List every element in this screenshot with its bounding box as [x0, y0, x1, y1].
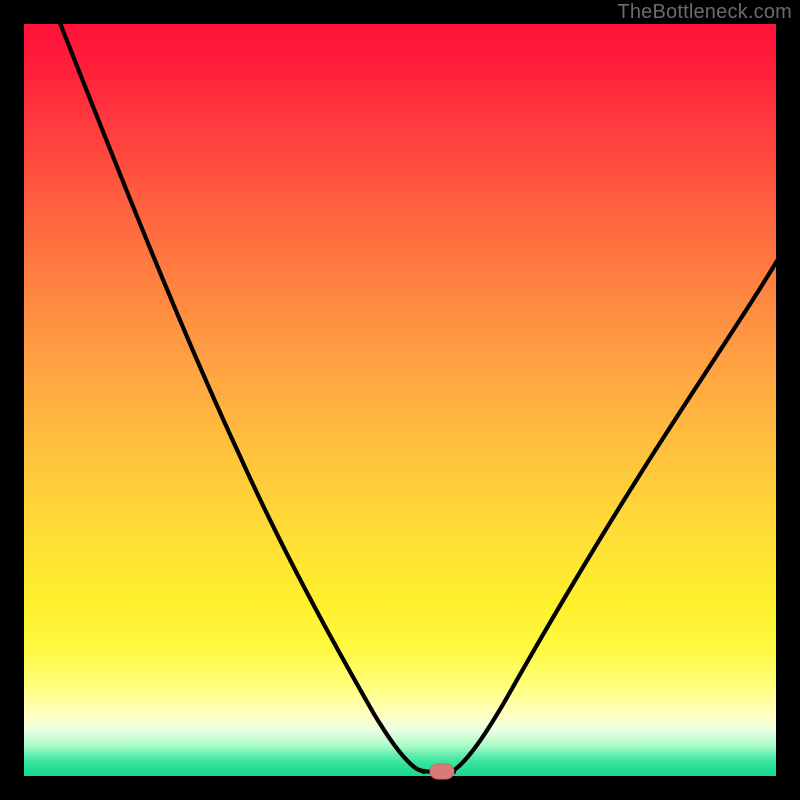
watermark-text: TheBottleneck.com	[617, 1, 792, 24]
chart-frame: TheBottleneck.com	[0, 0, 800, 800]
curve-right	[451, 249, 784, 772]
bottleneck-curve	[24, 24, 776, 776]
curve-left	[58, 18, 424, 772]
optimal-marker	[430, 764, 454, 779]
